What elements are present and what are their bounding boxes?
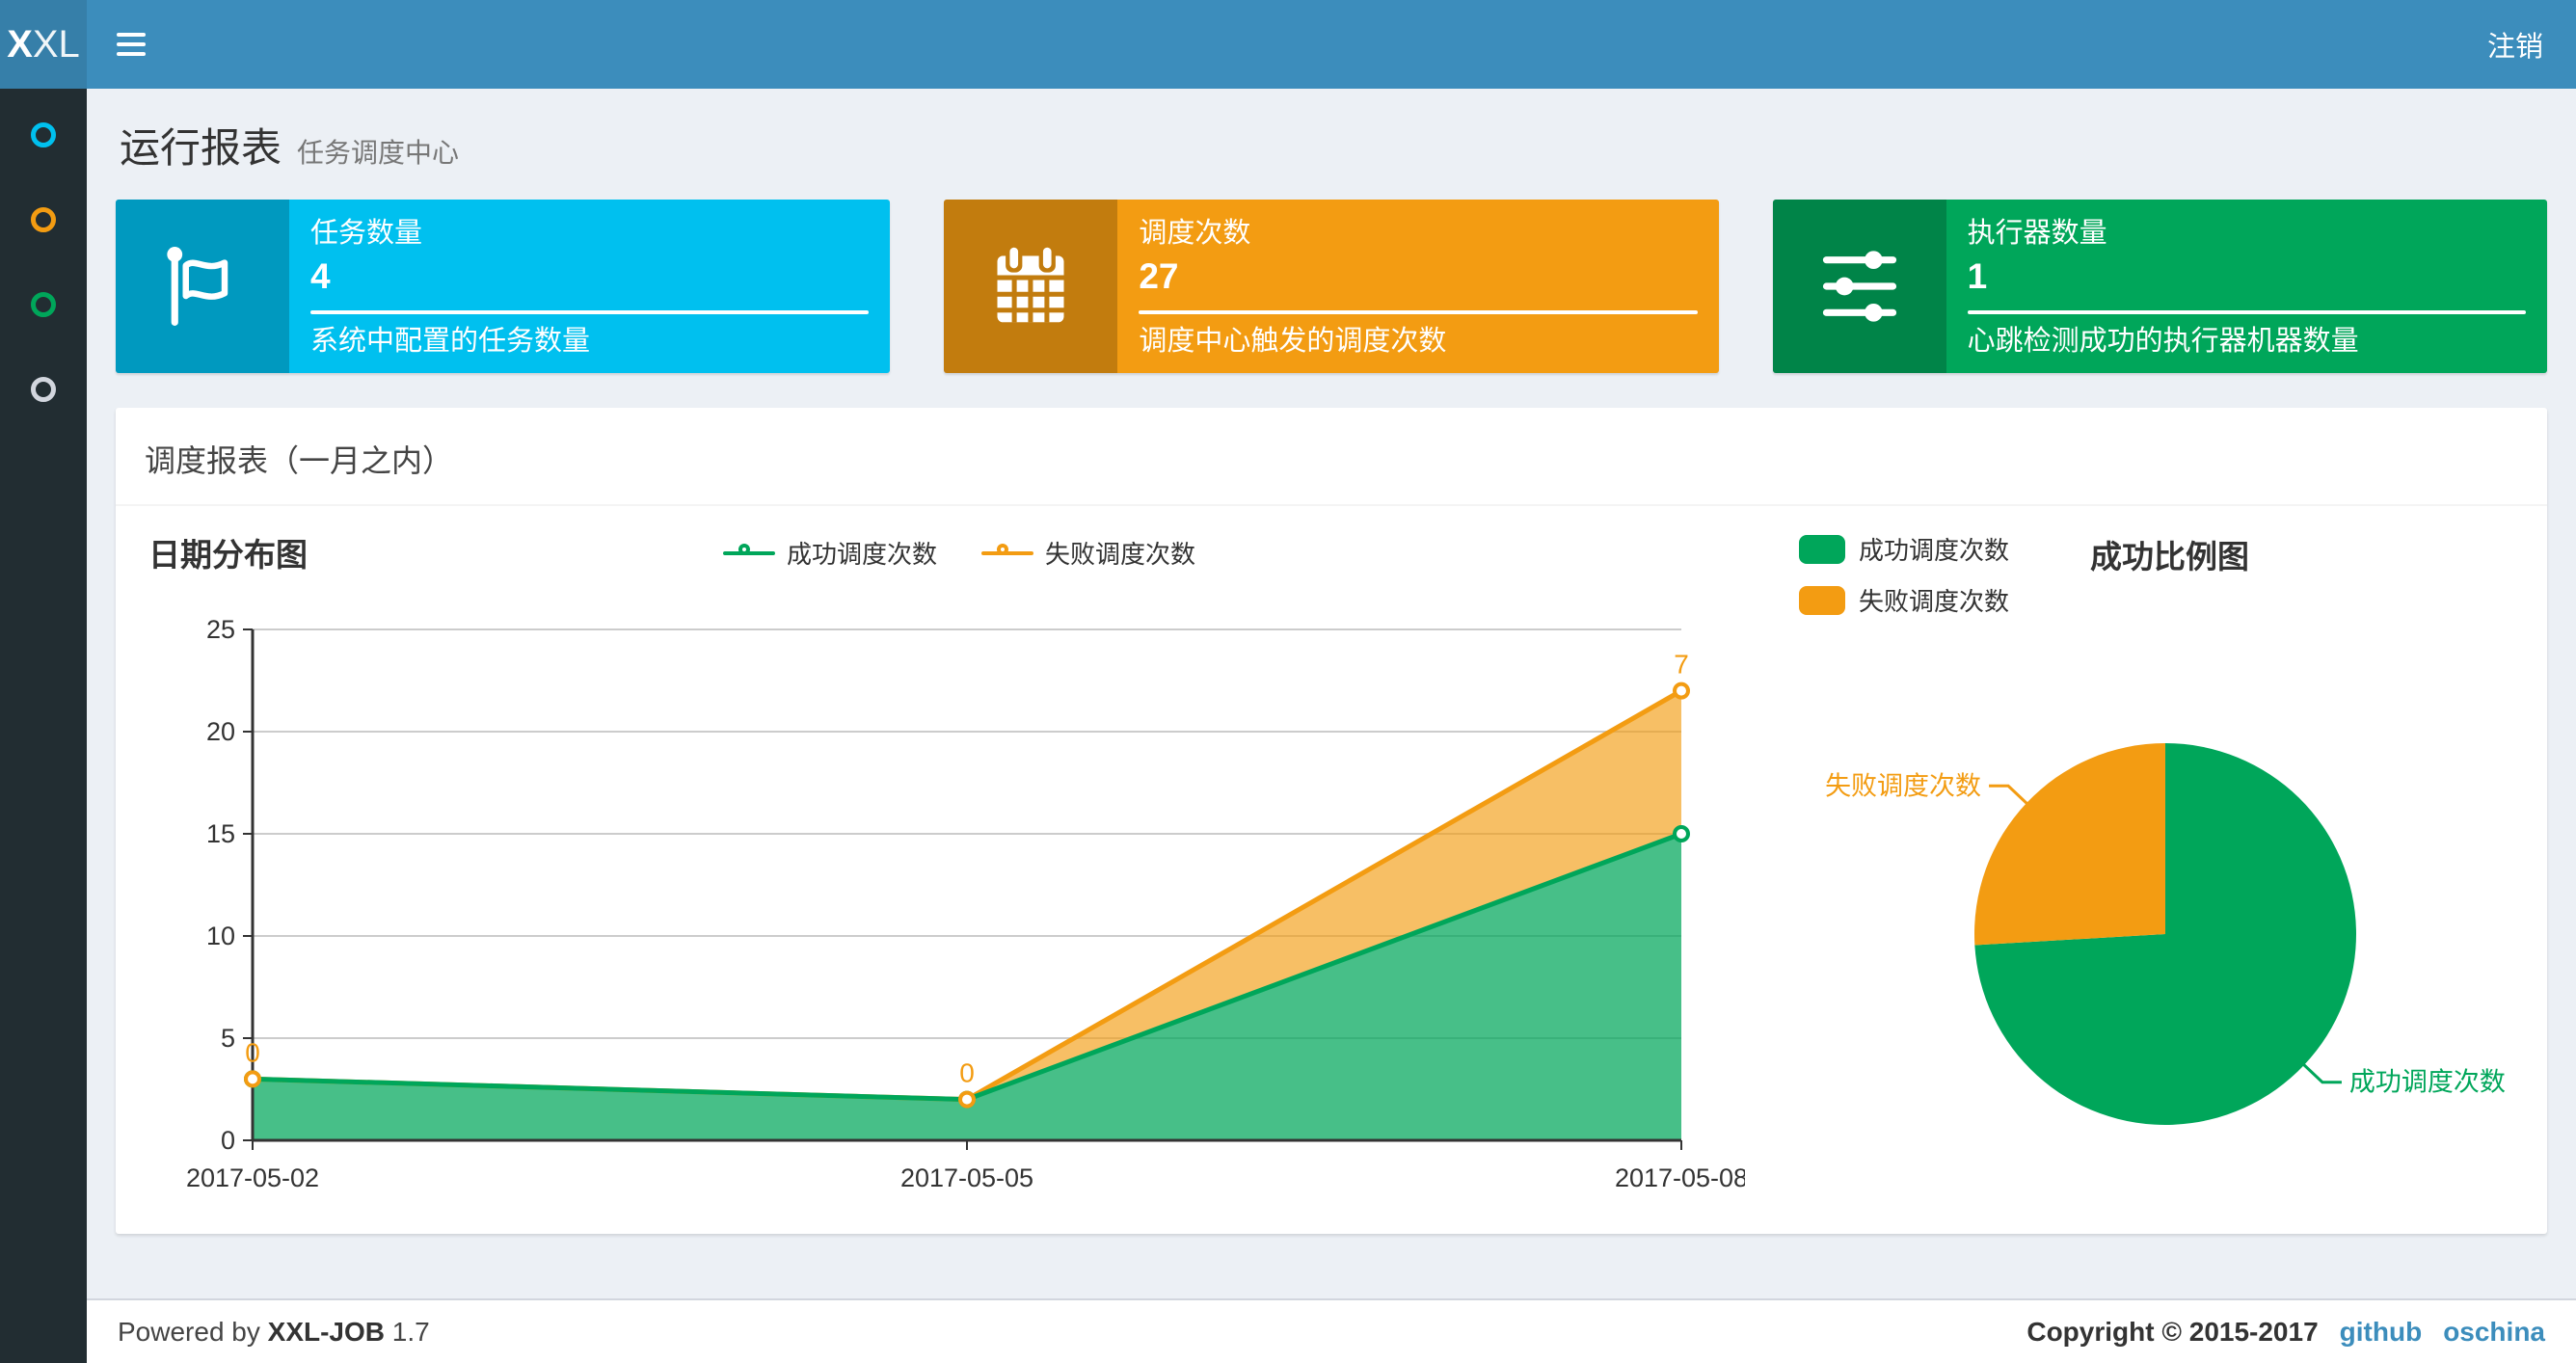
stat-value: 27 — [1139, 255, 1179, 296]
legend-label: 失败调度次数 — [1045, 540, 1196, 569]
svg-text:成功调度次数: 成功调度次数 — [2349, 1068, 2506, 1097]
sidebar-item-1[interactable] — [0, 93, 87, 177]
line-legend-marker — [981, 543, 1033, 564]
panel-title: 调度报表（一月之内） — [145, 443, 454, 478]
product-version: 1.7 — [391, 1316, 430, 1347]
oschina-link[interactable]: oschina — [2443, 1317, 2545, 1348]
line-chart-legend: 成功调度次数 失败调度次数 — [722, 535, 1195, 571]
circle-icon — [31, 377, 56, 402]
stat-divider — [1139, 309, 1698, 314]
svg-text:0: 0 — [245, 1037, 260, 1067]
circle-icon — [31, 122, 56, 147]
circle-icon — [31, 207, 56, 232]
powered-by: Powered by XXL-JOB 1.7 — [118, 1316, 430, 1347]
logout-link[interactable]: 注销 — [2455, 0, 2576, 89]
stat-description: 调度中心触发的调度次数 — [1139, 325, 1447, 357]
stat-description: 心跳检测成功的执行器机器数量 — [1967, 325, 2359, 357]
hamburger-icon — [117, 33, 146, 56]
stat-label: 执行器数量 — [1967, 218, 2107, 249]
line-chart-area: 日期分布图 成功调度次数 失败调度次数 0 5 10 15 20 25 2017… — [145, 525, 1774, 1220]
sidebar-item-4[interactable] — [0, 347, 87, 432]
svg-text:10: 10 — [206, 922, 235, 950]
main-content: 运行报表 任务调度中心 任务数量 4 系统中配置的任务数量 调度次数 27 调度… — [87, 89, 2576, 1298]
stat-box-executors: 执行器数量 1 心跳检测成功的执行器机器数量 — [1772, 200, 2547, 373]
stat-value: 1 — [1967, 255, 1988, 296]
circle-icon — [31, 292, 56, 317]
sidebar-item-3[interactable] — [0, 262, 87, 347]
stat-divider — [310, 309, 870, 314]
top-navbar: X XL 注销 — [0, 0, 2576, 89]
stat-description: 系统中配置的任务数量 — [310, 325, 591, 357]
sidebar-item-2[interactable] — [0, 177, 87, 262]
stat-label: 调度次数 — [1139, 218, 1251, 249]
line-chart-title: 日期分布图 — [148, 537, 308, 573]
report-panel: 调度报表（一月之内） 日期分布图 成功调度次数 失败调度次数 0 5 10 15… — [116, 408, 2547, 1234]
svg-text:失败调度次数: 失败调度次数 — [1825, 771, 1981, 800]
stat-value: 4 — [310, 255, 331, 296]
stat-box-row: 任务数量 4 系统中配置的任务数量 调度次数 27 调度中心触发的调度次数 执行… — [116, 200, 2547, 373]
legend-item-success[interactable]: 成功调度次数 — [722, 535, 937, 571]
svg-text:20: 20 — [206, 717, 235, 746]
pie-chart-title: 成功比例图 — [2090, 539, 2250, 575]
legend-label: 失败调度次数 — [1859, 587, 2010, 616]
sidebar — [0, 89, 87, 1363]
legend-swatch — [1799, 585, 1845, 615]
copyright: Copyright © 2015-2017 github oschina — [2026, 1317, 2545, 1348]
svg-text:25: 25 — [206, 615, 235, 644]
stat-label: 任务数量 — [310, 218, 423, 249]
legend-item-fail[interactable]: 失败调度次数 — [1799, 582, 2009, 618]
flag-icon — [116, 200, 289, 373]
page-subtitle: 任务调度中心 — [297, 138, 460, 168]
stat-box-triggers: 调度次数 27 调度中心触发的调度次数 — [944, 200, 1719, 373]
legend-item-fail[interactable]: 失败调度次数 — [981, 535, 1195, 571]
brand-logo-rest: XL — [32, 22, 80, 66]
stat-box-jobs: 任务数量 4 系统中配置的任务数量 — [116, 200, 891, 373]
svg-text:2017-05-05: 2017-05-05 — [900, 1163, 1033, 1192]
sidebar-toggle-button[interactable] — [87, 0, 175, 89]
brand-logo[interactable]: X XL — [0, 0, 87, 89]
svg-text:5: 5 — [221, 1024, 235, 1053]
svg-text:0: 0 — [221, 1126, 235, 1155]
svg-text:15: 15 — [206, 819, 235, 848]
line-legend-marker — [722, 543, 775, 564]
svg-text:0: 0 — [959, 1058, 975, 1088]
pie-chart-plot: 成功调度次数 失败调度次数 — [1825, 743, 2506, 1125]
brand-logo-bold: X — [7, 22, 33, 66]
svg-text:7: 7 — [1674, 650, 1689, 680]
product-name: XXL-JOB — [267, 1316, 386, 1347]
main-footer: Powered by XXL-JOB 1.7 Copyright © 2015-… — [87, 1298, 2576, 1363]
panel-header: 调度报表（一月之内） — [116, 408, 2547, 506]
svg-text:2017-05-02: 2017-05-02 — [186, 1163, 319, 1192]
calendar-icon — [944, 200, 1118, 373]
legend-label: 成功调度次数 — [1859, 536, 2010, 565]
page-title: 运行报表 — [120, 125, 282, 171]
copyright-text: Copyright © 2015-2017 — [2026, 1316, 2319, 1347]
pie-chart-area: 成功调度次数 失败调度次数 成功比例图 成功调度次数 失败调度次数 — [1774, 525, 2518, 1220]
area-chart-plot: 05101520252017-05-02 2017-05-05 2017-05-08… — [186, 615, 1748, 1192]
stat-divider — [1967, 309, 2526, 314]
legend-item-success[interactable]: 成功调度次数 — [1799, 531, 2009, 567]
page-header: 运行报表 任务调度中心 — [116, 89, 2547, 174]
sliders-icon — [1772, 200, 1946, 373]
legend-label: 成功调度次数 — [786, 540, 937, 569]
pie-chart-legend: 成功调度次数 失败调度次数 — [1799, 531, 2009, 618]
legend-swatch — [1799, 534, 1845, 564]
svg-text:2017-05-08: 2017-05-08 — [1615, 1163, 1745, 1192]
github-link[interactable]: github — [2340, 1317, 2423, 1348]
